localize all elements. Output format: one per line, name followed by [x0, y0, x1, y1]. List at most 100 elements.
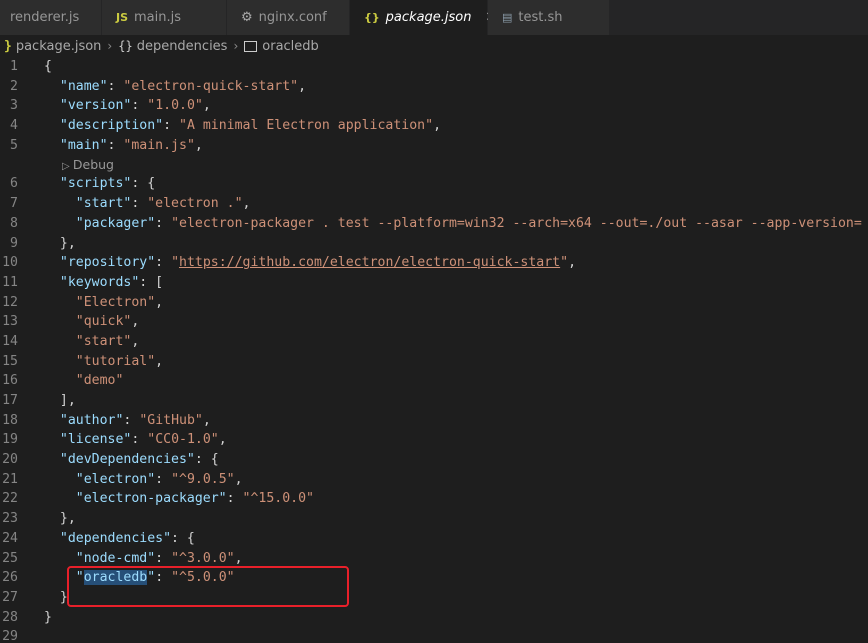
code-line: 18 "author": "GitHub",: [0, 411, 868, 431]
json-key: "version": [59, 98, 132, 114]
code-line: 8 "packager": "electron-packager . test …: [0, 214, 868, 234]
json-file-icon: }: [4, 38, 12, 54]
code-line: 7 "start": "electron .",: [0, 194, 868, 214]
json-value: "Electron": [75, 294, 156, 310]
tab-test-sh[interactable]: ▤ test.sh: [488, 0, 610, 35]
code-line: 20 "devDependencies": {: [0, 450, 868, 470]
json-key: "name": [59, 78, 108, 94]
json-value: "electron .": [147, 196, 243, 212]
line-number: 6: [10, 176, 18, 192]
code-token: {: [44, 59, 52, 74]
code-line: 6 "scripts": {: [0, 174, 868, 194]
line-number: 7: [10, 196, 18, 212]
editor-tab-bar: renderer.js JS main.js ⚙ nginx.conf {} p…: [0, 0, 868, 35]
braces-icon: {}: [118, 39, 133, 53]
repository-link[interactable]: https://github.com/electron/electron-qui…: [179, 255, 560, 270]
json-key: "electron-packager": [75, 491, 227, 507]
highlight-annotation-box: [67, 566, 349, 607]
tab-package-json[interactable]: {} package.json ✕: [350, 0, 496, 35]
line-number: 18: [2, 412, 18, 428]
chevron-right-icon: ›: [107, 39, 113, 53]
json-value: "^3.0.0": [171, 550, 235, 566]
tab-main-js[interactable]: JS main.js: [102, 0, 227, 35]
line-number: 19: [2, 432, 18, 448]
line-number: 28: [2, 609, 18, 625]
json-key: "keywords": [59, 274, 140, 290]
code-line: 24 "dependencies": {: [0, 529, 868, 549]
tab-nginx-conf[interactable]: ⚙ nginx.conf: [227, 0, 350, 35]
json-value: "^15.0.0": [242, 491, 314, 507]
line-number: 15: [2, 353, 18, 369]
code-line: 23 },: [0, 509, 868, 529]
chevron-right-icon: ›: [233, 39, 239, 53]
line-number: 12: [2, 294, 18, 310]
gear-icon: ⚙: [241, 10, 253, 25]
line-number: 17: [2, 393, 18, 408]
code-line: 1{: [0, 57, 868, 77]
code-line: 10 "repository": "https://github.com/ele…: [0, 253, 868, 273]
breadcrumb-item[interactable]: oracledb: [262, 39, 319, 54]
js-file-icon: JS: [116, 11, 129, 24]
line-number: 1: [10, 59, 18, 74]
line-number: 13: [2, 314, 18, 330]
tab-renderer-js[interactable]: renderer.js: [0, 0, 102, 35]
json-key: "node-cmd": [75, 550, 156, 566]
codelens-label: Debug: [72, 157, 114, 173]
code-line: 28}: [0, 608, 868, 628]
json-key: "packager": [75, 215, 156, 231]
code-line: 9 },: [0, 234, 868, 254]
json-value: "quick": [75, 314, 132, 330]
json-value: "GitHub": [139, 412, 203, 428]
json-key: "start": [75, 196, 132, 212]
json-key: "dependencies": [59, 530, 172, 546]
code-line: 12 "Electron",: [0, 293, 868, 313]
json-key: "scripts": [59, 176, 132, 192]
tab-label: nginx.conf: [258, 10, 327, 25]
json-key: "repository": [59, 255, 156, 271]
breadcrumb-section[interactable]: dependencies: [137, 39, 228, 54]
code-line: 16 "demo": [0, 371, 868, 391]
terminal-file-icon: ▤: [502, 11, 513, 24]
line-number: 14: [2, 333, 18, 349]
line-number: 27: [2, 589, 18, 605]
json-value: ": [560, 255, 569, 271]
code-line: 3 "version": "1.0.0",: [0, 96, 868, 116]
json-value: "electron-packager . test --platform=win…: [171, 215, 862, 231]
json-value: ": [171, 255, 180, 271]
code-line: 15 "tutorial",: [0, 352, 868, 372]
code-line: 21 "electron": "^9.0.5",: [0, 470, 868, 490]
json-value: "1.0.0": [147, 98, 203, 114]
debug-codelens[interactable]: ▷ Debug: [0, 155, 868, 174]
line-number: 20: [2, 452, 18, 468]
module-icon: [244, 40, 258, 52]
line-number: 5: [10, 137, 18, 153]
json-value: "^9.0.5": [171, 471, 235, 487]
json-value: "CC0-1.0": [147, 432, 219, 448]
code-line: 17 ],: [0, 391, 868, 411]
json-value: "demo": [75, 373, 124, 389]
code-line: 29: [0, 627, 868, 643]
json-value: "main.js": [123, 137, 195, 153]
json-file-icon: {}: [364, 11, 380, 24]
line-number: 22: [2, 491, 18, 507]
code-line: 5 "main": "main.js",: [0, 136, 868, 156]
code-line: 2 "name": "electron-quick-start",: [0, 77, 868, 97]
code-line: 13 "quick",: [0, 312, 868, 332]
json-value: "A minimal Electron application": [179, 118, 434, 134]
json-key: "author": [59, 412, 124, 428]
json-key: "devDependencies": [59, 452, 195, 468]
breadcrumb-file[interactable]: package.json: [16, 39, 102, 54]
json-key: "main": [59, 137, 108, 153]
play-icon: ▷: [62, 161, 73, 173]
json-key: "description": [59, 118, 164, 134]
tab-label: package.json: [385, 10, 472, 25]
json-value: "start": [75, 333, 132, 349]
code-line: 22 "electron-packager": "^15.0.0": [0, 489, 868, 509]
line-number: 2: [10, 78, 18, 94]
line-number: 8: [10, 215, 18, 231]
code-editor[interactable]: 1{ 2 "name": "electron-quick-start", 3 "…: [0, 57, 868, 643]
json-value: "electron-quick-start": [123, 78, 299, 94]
line-number: 10: [2, 255, 18, 271]
json-key: "electron": [75, 471, 156, 487]
line-number: 24: [2, 530, 18, 546]
